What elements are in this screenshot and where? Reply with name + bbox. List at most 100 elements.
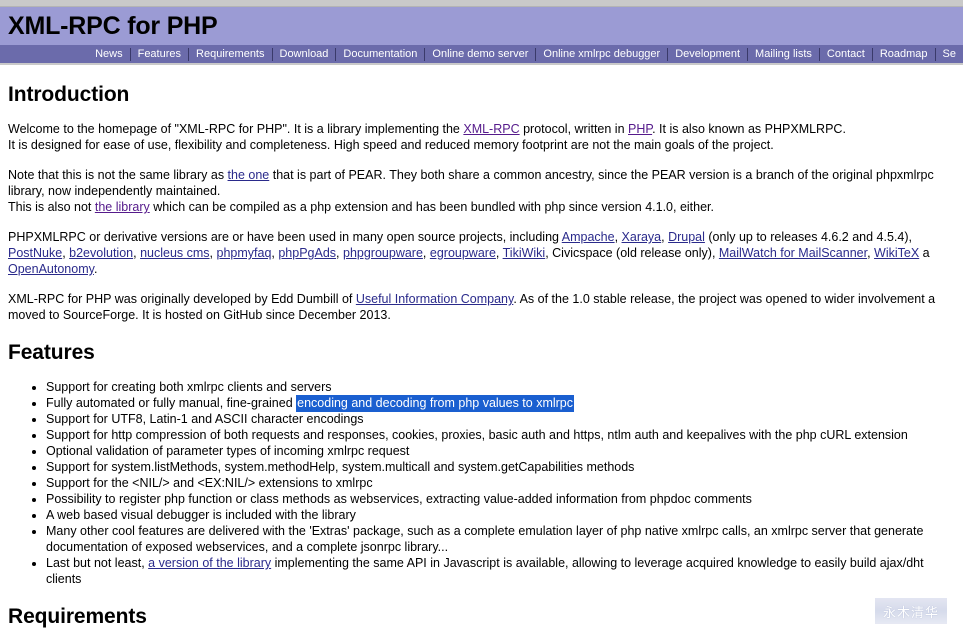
- intro-p2-text-c: This is also not: [8, 200, 95, 214]
- link-nucleus-cms[interactable]: nucleus cms: [140, 246, 209, 260]
- link-a-version-of-the-library[interactable]: a version of the library: [148, 556, 271, 570]
- nav-item-roadmap[interactable]: Roadmap: [873, 45, 935, 63]
- link-the-one[interactable]: the one: [228, 168, 270, 182]
- feature-item: Many other cool features are delivered w…: [46, 523, 963, 555]
- link-phppgads[interactable]: phpPgAds: [278, 246, 336, 260]
- projects-plain-text: ,: [422, 246, 430, 260]
- credits-line2: moved to SourceForge. It is hosted on Gi…: [8, 308, 391, 322]
- nav-item-online-demo-server[interactable]: Online demo server: [425, 45, 535, 63]
- selected-text-highlight[interactable]: encoding and decoding from php values to…: [296, 395, 575, 412]
- feature-text: Support for UTF8, Latin-1 and ASCII char…: [46, 412, 364, 426]
- link-drupal[interactable]: Drupal: [668, 230, 705, 244]
- projects-line3: OpenAutonomy.: [8, 261, 963, 277]
- browser-top-strip: [0, 0, 963, 7]
- feature-item: Support for UTF8, Latin-1 and ASCII char…: [46, 411, 963, 427]
- site-header: XML-RPC for PHP: [0, 7, 963, 45]
- projects-row-2: PostNuke, b2evolution, nucleus cms, phpm…: [8, 246, 930, 260]
- intro-p1-text-c: . It is also known as PHPXMLRPC.: [652, 122, 846, 136]
- feature-item: Support for the <NIL/> and <EX:NIL/> ext…: [46, 475, 963, 491]
- feature-text: Support for system.listMethods, system.m…: [46, 460, 635, 474]
- nav-underline: [0, 63, 963, 65]
- features-heading: Features: [8, 341, 95, 364]
- projects-plain-text: ,: [336, 246, 343, 260]
- projects-plain-text: ,: [867, 246, 875, 260]
- intro-p1-text-a: Welcome to the homepage of "XML-RPC for …: [8, 122, 464, 136]
- nav-item-documentation[interactable]: Documentation: [336, 45, 424, 63]
- feature-item: Possibility to register php function or …: [46, 491, 963, 507]
- projects-lead-text: PHPXMLRPC or derivative versions are or …: [8, 230, 562, 244]
- link-the-library[interactable]: the library: [95, 200, 150, 214]
- projects-plain-text: (only up to releases 4.6.2 and 4.5.4),: [704, 230, 912, 244]
- feature-item: A web based visual debugger is included …: [46, 507, 963, 523]
- feature-item: Support for creating both xmlrpc clients…: [46, 379, 963, 395]
- link-tikiwiki[interactable]: TikiWiki: [503, 246, 546, 260]
- features-list: Support for creating both xmlrpc clients…: [8, 379, 963, 587]
- feature-item-continuation: documentation of exposed webservices, an…: [46, 540, 449, 554]
- nav-item-online-xmlrpc-debugger[interactable]: Online xmlrpc debugger: [536, 45, 667, 63]
- credits-text-a: XML-RPC for PHP was originally developed…: [8, 292, 356, 306]
- nav-item-se[interactable]: Se: [936, 45, 963, 63]
- nav-item-contact[interactable]: Contact: [820, 45, 872, 63]
- projects-line1: PHPXMLRPC or derivative versions are or …: [8, 229, 963, 245]
- feature-item-continuation: clients: [46, 572, 82, 586]
- watermark-image: 永木清华: [875, 598, 947, 624]
- feature-text: implementing the same API in Javascript …: [271, 556, 924, 570]
- intro-p1-line1: Welcome to the homepage of "XML-RPC for …: [8, 121, 963, 137]
- nav-item-requirements[interactable]: Requirements: [189, 45, 271, 63]
- feature-item: Support for system.listMethods, system.m…: [46, 459, 963, 475]
- projects-plain-text: ,: [209, 246, 217, 260]
- link-openautonomy[interactable]: OpenAutonomy: [8, 262, 94, 276]
- link-phpgroupware[interactable]: phpgroupware: [343, 246, 423, 260]
- feature-item: Last but not least, a version of the lib…: [46, 555, 963, 587]
- credits-text-b: . As of the 1.0 stable release, the proj…: [513, 292, 936, 306]
- link-php[interactable]: PHP: [628, 122, 652, 136]
- requirements-heading: Requirements: [8, 605, 147, 628]
- watermark-text: 永木清华: [882, 605, 939, 621]
- intro-paragraph-4: XML-RPC for PHP was originally developed…: [8, 291, 963, 323]
- page-title: XML-RPC for PHP: [8, 11, 218, 40]
- projects-line2: PostNuke, b2evolution, nucleus cms, phpm…: [8, 245, 963, 261]
- link-wikitex[interactable]: WikiTeX: [874, 246, 919, 260]
- feature-text: Many other cool features are delivered w…: [46, 524, 924, 538]
- nav-item-news[interactable]: News: [88, 45, 130, 63]
- nav-item-features[interactable]: Features: [131, 45, 188, 63]
- projects-row-1: Ampache, Xaraya, Drupal (only up to rele…: [562, 230, 912, 244]
- intro-p2-text-d: which can be compiled as a php extension…: [149, 200, 714, 214]
- link-xaraya[interactable]: Xaraya: [622, 230, 662, 244]
- intro-p1-line2: It is designed for ease of use, flexibil…: [8, 138, 774, 152]
- projects-plain-text: ,: [495, 246, 503, 260]
- projects-plain-text: ,: [614, 230, 622, 244]
- link-mailwatch-for-mailscanner[interactable]: MailWatch for MailScanner: [719, 246, 867, 260]
- link-useful-information-company[interactable]: Useful Information Company: [356, 292, 513, 306]
- projects-row-3: OpenAutonomy.: [8, 262, 97, 276]
- link-xml-rpc[interactable]: XML-RPC: [463, 122, 519, 136]
- feature-text: Support for http compression of both req…: [46, 428, 908, 442]
- main-navigation: News Features Requirements Download Document…: [0, 45, 963, 63]
- intro-p2-line1: Note that this is not the same library a…: [8, 167, 963, 183]
- intro-p2-text-b: that is part of PEAR. They both share a …: [269, 168, 934, 182]
- nav-item-development[interactable]: Development: [668, 45, 747, 63]
- credits-line1: XML-RPC for PHP was originally developed…: [8, 291, 963, 307]
- link-phpmyfaq[interactable]: phpmyfaq: [217, 246, 272, 260]
- feature-text: A web based visual debugger is included …: [46, 508, 356, 522]
- page-content: Introduction Welcome to the homepage of …: [0, 83, 963, 629]
- nav-links-container: News Features Requirements Download Document…: [88, 45, 963, 63]
- nav-item-download[interactable]: Download: [273, 45, 336, 63]
- intro-p2-line2: library, now independently maintained.: [8, 184, 221, 198]
- feature-text: Support for the <NIL/> and <EX:NIL/> ext…: [46, 476, 373, 490]
- projects-plain-text: , Civicspace (old release only),: [545, 246, 719, 260]
- introduction-heading: Introduction: [8, 83, 130, 106]
- intro-paragraph-1: Welcome to the homepage of "XML-RPC for …: [8, 121, 963, 153]
- link-egroupware[interactable]: egroupware: [430, 246, 496, 260]
- link-ampache[interactable]: Ampache: [562, 230, 615, 244]
- link-postnuke[interactable]: PostNuke: [8, 246, 62, 260]
- feature-text: Support for creating both xmlrpc clients…: [46, 380, 332, 394]
- feature-text: Possibility to register php function or …: [46, 492, 752, 506]
- intro-paragraph-3: PHPXMLRPC or derivative versions are or …: [8, 229, 963, 277]
- feature-item: Optional validation of parameter types o…: [46, 443, 963, 459]
- nav-item-mailing-lists[interactable]: Mailing lists: [748, 45, 819, 63]
- link-b2evolution[interactable]: b2evolution: [69, 246, 133, 260]
- projects-plain-text: .: [93, 262, 98, 276]
- intro-paragraph-2: Note that this is not the same library a…: [8, 167, 963, 215]
- intro-p2-line3: This is also not the library which can b…: [8, 199, 963, 215]
